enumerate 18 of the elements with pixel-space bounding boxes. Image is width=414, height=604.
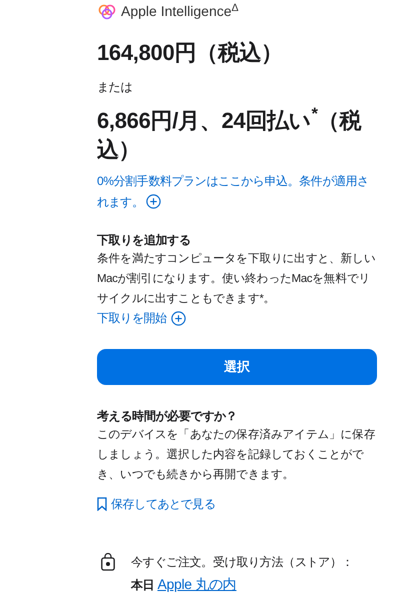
trade-in-title: 下取りを追加する xyxy=(97,232,192,250)
save-for-later-link[interactable]: 保存してあとで見る xyxy=(97,495,216,514)
or-text: または xyxy=(97,78,134,96)
bookmark-icon xyxy=(97,497,107,512)
select-button[interactable]: 選択 xyxy=(97,349,377,386)
save-description: このデバイスを「あなたの保存済みアイテム」に保存しましょう。選択した内容を記録しておくことができ、いつでも続きから再開できます。 xyxy=(97,428,376,484)
apple-intelligence-icon xyxy=(97,4,117,20)
financing-link[interactable]: 0%分割手数料プランはここから申込。条件が適用されます。 xyxy=(97,171,377,214)
plus-icon xyxy=(170,310,186,326)
trade-in-link[interactable]: 下取りを開始 xyxy=(97,309,186,328)
trade-in-description: 条件を満たすコンピュータを下取りに出すと、新しいMacが割引になります。使い終わったMacを無料でリサイクルに出すこともできます*。 xyxy=(97,251,376,308)
price-text: 164,800円（税込） xyxy=(97,39,284,67)
plus-icon xyxy=(146,194,162,210)
feature-label: Apple Intelligence$^{Δ}$ xyxy=(121,1,239,21)
pickup-text: 今すぐご注文。受け取り方法（ストア）： 本日 Apple 丸の内 xyxy=(131,554,354,594)
save-title: 考える時間が必要ですか？ xyxy=(97,408,238,426)
monthly-price-text: 6,866円/月、24回払い$^{*}$（税込） xyxy=(97,106,362,164)
store-link[interactable]: Apple 丸の内 xyxy=(157,576,236,592)
